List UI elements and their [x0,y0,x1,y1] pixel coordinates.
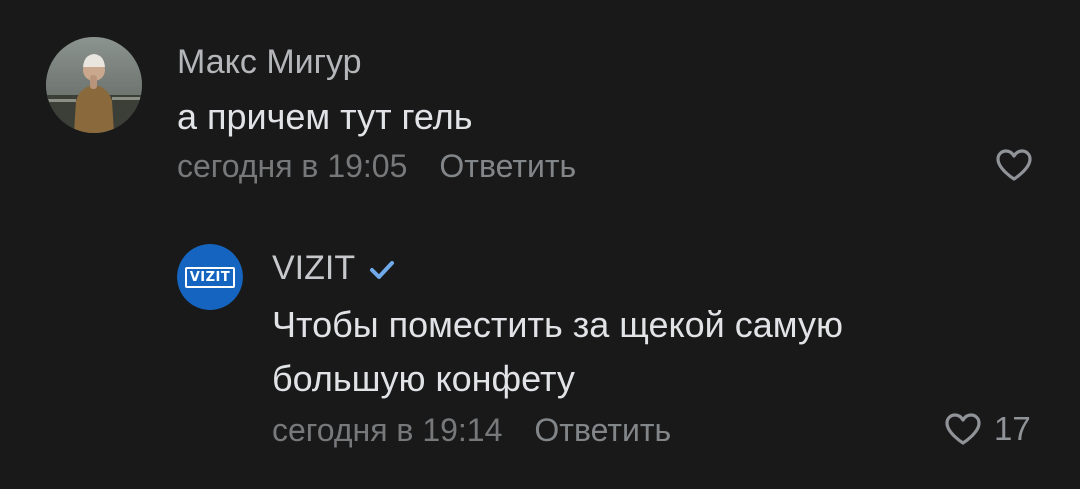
user-photo-avatar [46,37,142,133]
like-button[interactable] [995,148,1033,182]
comment-text: Чтобы поместить за щекой самую большую к… [272,298,843,406]
author-name: VIZIT [272,249,356,287]
comment-meta: сегодня в 19:05 Ответить [177,148,576,185]
reply-button[interactable]: Ответить [439,148,576,184]
heart-icon [996,149,1032,181]
like-count: 17 [994,410,1031,447]
comment-author[interactable]: VIZIT [272,249,395,290]
avatar[interactable]: VIZIT [177,244,243,310]
comment-text: а причем тут гель [177,90,473,144]
avatar[interactable] [46,37,142,133]
comment-time: сегодня в 19:05 [177,148,408,184]
comment-author[interactable]: Макс Мигур [177,43,362,82]
vizit-logo-avatar: VIZIT [177,244,243,310]
reply-button[interactable]: Ответить [534,412,671,448]
comment-text-line: Чтобы поместить за щекой самую [272,304,843,345]
comment-time: сегодня в 19:14 [272,412,503,448]
vizit-logo-text: VIZIT [184,266,236,288]
comment-text-line: большую конфету [272,358,575,399]
comment-item: Макс Мигур а причем тут гель сегодня в 1… [0,0,1080,200]
reply-comment-item: VIZIT VIZIT Чтобы поместить за щекой сам… [0,200,1080,489]
comment-text-line: а причем тут гель [177,96,473,137]
like-button[interactable]: 17 [944,410,1031,448]
heart-icon [945,413,981,445]
comment-meta: сегодня в 19:14 Ответить [272,412,671,449]
verified-check-icon [369,251,395,290]
